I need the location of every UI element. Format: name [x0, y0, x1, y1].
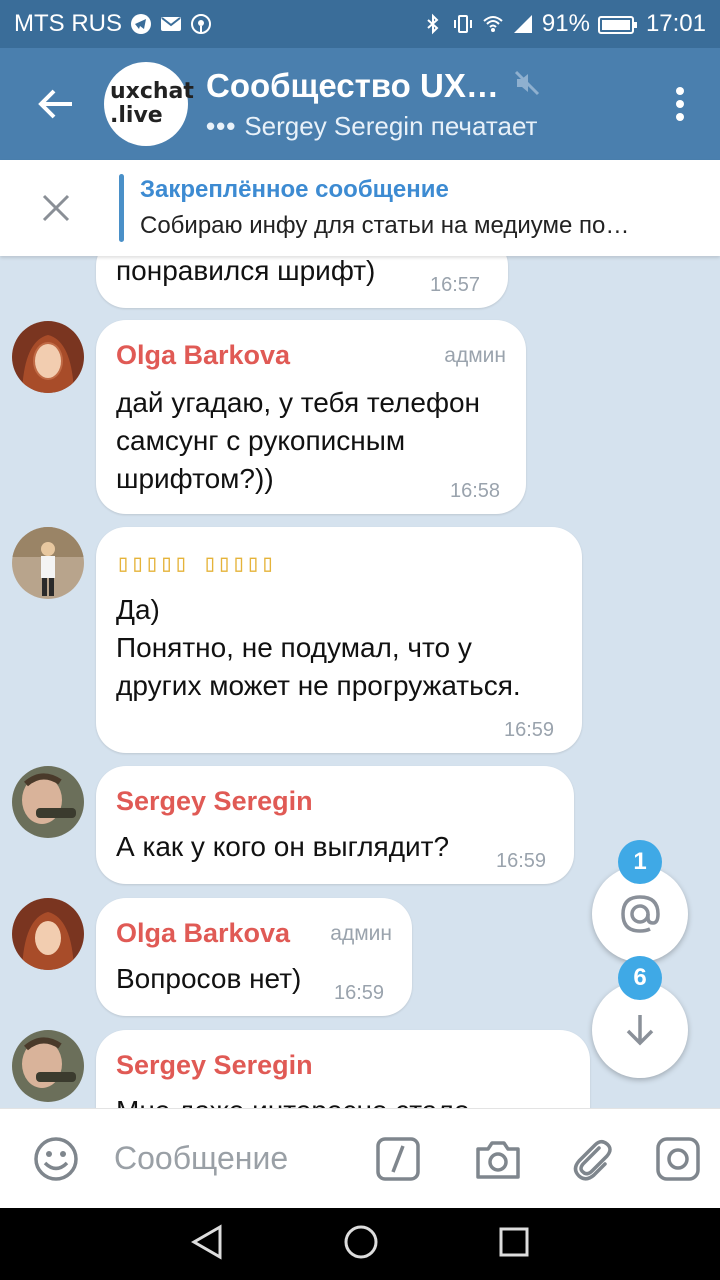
message-list[interactable]: понравился шрифт) 16:57 Olga Barkova адм…: [0, 256, 720, 1108]
message-text-line: других может не прогружаться.: [116, 670, 521, 701]
message-text: понравился шрифт): [116, 256, 376, 286]
close-icon: [42, 194, 70, 222]
pinned-message-bar[interactable]: Закреплённое сообщение Собираю инфу для …: [0, 160, 720, 256]
telegram-icon: [130, 13, 152, 35]
sender-name: Sergey Seregin: [116, 1050, 313, 1080]
nav-recents-button[interactable]: [498, 1226, 530, 1263]
pinned-accent-bar: [119, 174, 124, 242]
message-bubble[interactable]: Sergey Seregin А как у кого он выглядит?…: [96, 766, 574, 884]
message-bubble[interactable]: понравился шрифт) 16:57: [96, 256, 508, 308]
message-bubble[interactable]: Olga Barkova админ дай угадаю, у тебя те…: [96, 320, 526, 514]
system-nav-bar: [0, 1208, 720, 1280]
smiley-icon: [34, 1136, 78, 1181]
emoji-button[interactable]: [26, 1129, 86, 1189]
message-time: 16:59: [496, 850, 547, 872]
circle-home-icon: [344, 1225, 378, 1258]
triangle-back-icon: [190, 1223, 222, 1260]
message-text: Мне даже интересно стало: [116, 1092, 470, 1108]
unread-count-badge: 6: [618, 956, 662, 1000]
arrow-down-icon: [626, 1015, 654, 1046]
message-bubble[interactable]: Olga Barkova админ Вопросов нет) 16:59: [96, 898, 412, 1016]
carrier-label: MTS RUS: [14, 10, 122, 37]
more-vertical-icon: [676, 87, 684, 121]
sender-name: ▯▯▯▯▯ ▯▯▯▯▯: [116, 549, 275, 577]
sender-name: Olga Barkova: [116, 918, 291, 948]
message-bubble[interactable]: ▯▯▯▯▯ ▯▯▯▯▯ Да) Понятно, не подумал, что…: [96, 527, 582, 753]
more-menu-button[interactable]: [640, 48, 720, 160]
message-bubble[interactable]: Sergey Seregin Мне даже интересно стало: [96, 1030, 590, 1108]
message-text-line: Понятно, не подумал, что у: [116, 632, 472, 663]
vibrate-icon: [452, 13, 474, 35]
arrow-left-icon: [38, 89, 72, 119]
clock: 17:01: [645, 10, 706, 37]
message-input[interactable]: Сообщение: [114, 1140, 344, 1177]
battery-percent: 91%: [541, 10, 590, 37]
mail-icon: [160, 13, 182, 35]
message-time: 16:59: [504, 719, 555, 741]
message-text-line: дай угадаю, у тебя телефон: [116, 387, 481, 418]
avatar-text-line1: uxchat: [110, 79, 194, 104]
back-button[interactable]: [0, 48, 112, 160]
instagram-button[interactable]: [648, 1129, 708, 1189]
battery-icon: [597, 14, 638, 34]
mentions-count-badge: 1: [618, 840, 662, 884]
status-bar: MTS RUS 91% 17:01: [0, 0, 720, 48]
message-time: 16:57: [430, 274, 481, 296]
chat-header: uxchat .live Сообщество UX… ••• Sergey S…: [0, 48, 720, 160]
chat-avatar[interactable]: uxchat .live: [104, 62, 194, 146]
message-text-line: шрифтом?)): [116, 463, 274, 494]
message-time: 16:58: [450, 480, 501, 502]
avatar-text-line2: .live: [110, 103, 163, 128]
camera-button[interactable]: [468, 1129, 528, 1189]
wifi-icon: [482, 13, 504, 35]
typing-indicator: •••: [206, 110, 237, 141]
chat-status: Sergey Seregin печатает: [244, 110, 538, 141]
message-input-bar: Сообщение: [0, 1108, 720, 1208]
camera-icon: [476, 1140, 520, 1179]
message-time: 16:59: [334, 982, 385, 1004]
message-text: Вопросов нет): [116, 963, 302, 994]
podcast-icon: [190, 13, 212, 35]
paperclip-icon: [573, 1139, 612, 1180]
avatar-olga[interactable]: [12, 321, 84, 393]
bot-commands-button[interactable]: [368, 1129, 428, 1189]
muted-icon: [513, 69, 541, 102]
bluetooth-icon: [422, 13, 444, 35]
attach-button[interactable]: [562, 1129, 622, 1189]
pinned-title: Закреплённое сообщение: [140, 176, 449, 203]
close-pinned-button[interactable]: [0, 160, 112, 256]
sender-name: Olga Barkova: [116, 340, 291, 370]
admin-badge: админ: [330, 922, 392, 945]
nav-home-button[interactable]: [343, 1224, 379, 1265]
message-text-line: Да): [116, 594, 160, 625]
avatar-sergey[interactable]: [12, 1030, 84, 1102]
chat-info[interactable]: Сообщество UX… ••• Sergey Seregin печата…: [206, 67, 640, 142]
sender-name: Sergey Seregin: [116, 786, 313, 816]
avatar-user[interactable]: [12, 527, 84, 599]
message-text: А как у кого он выглядит?: [116, 831, 450, 862]
pinned-text: Собираю инфу для статьи на медиуме по…: [140, 212, 630, 239]
chat-title: Сообщество UX…: [206, 66, 499, 104]
nav-back-button[interactable]: [190, 1223, 224, 1265]
avatar-sergey[interactable]: [12, 766, 84, 838]
square-recents-icon: [499, 1227, 529, 1256]
signal-icon: [512, 13, 534, 35]
at-icon: [621, 895, 660, 933]
message-text-line: самсунг с рукописным: [116, 425, 406, 456]
avatar-olga[interactable]: [12, 898, 84, 970]
slash-command-icon: [376, 1136, 420, 1181]
admin-badge: админ: [444, 344, 506, 367]
instagram-icon: [656, 1136, 700, 1181]
